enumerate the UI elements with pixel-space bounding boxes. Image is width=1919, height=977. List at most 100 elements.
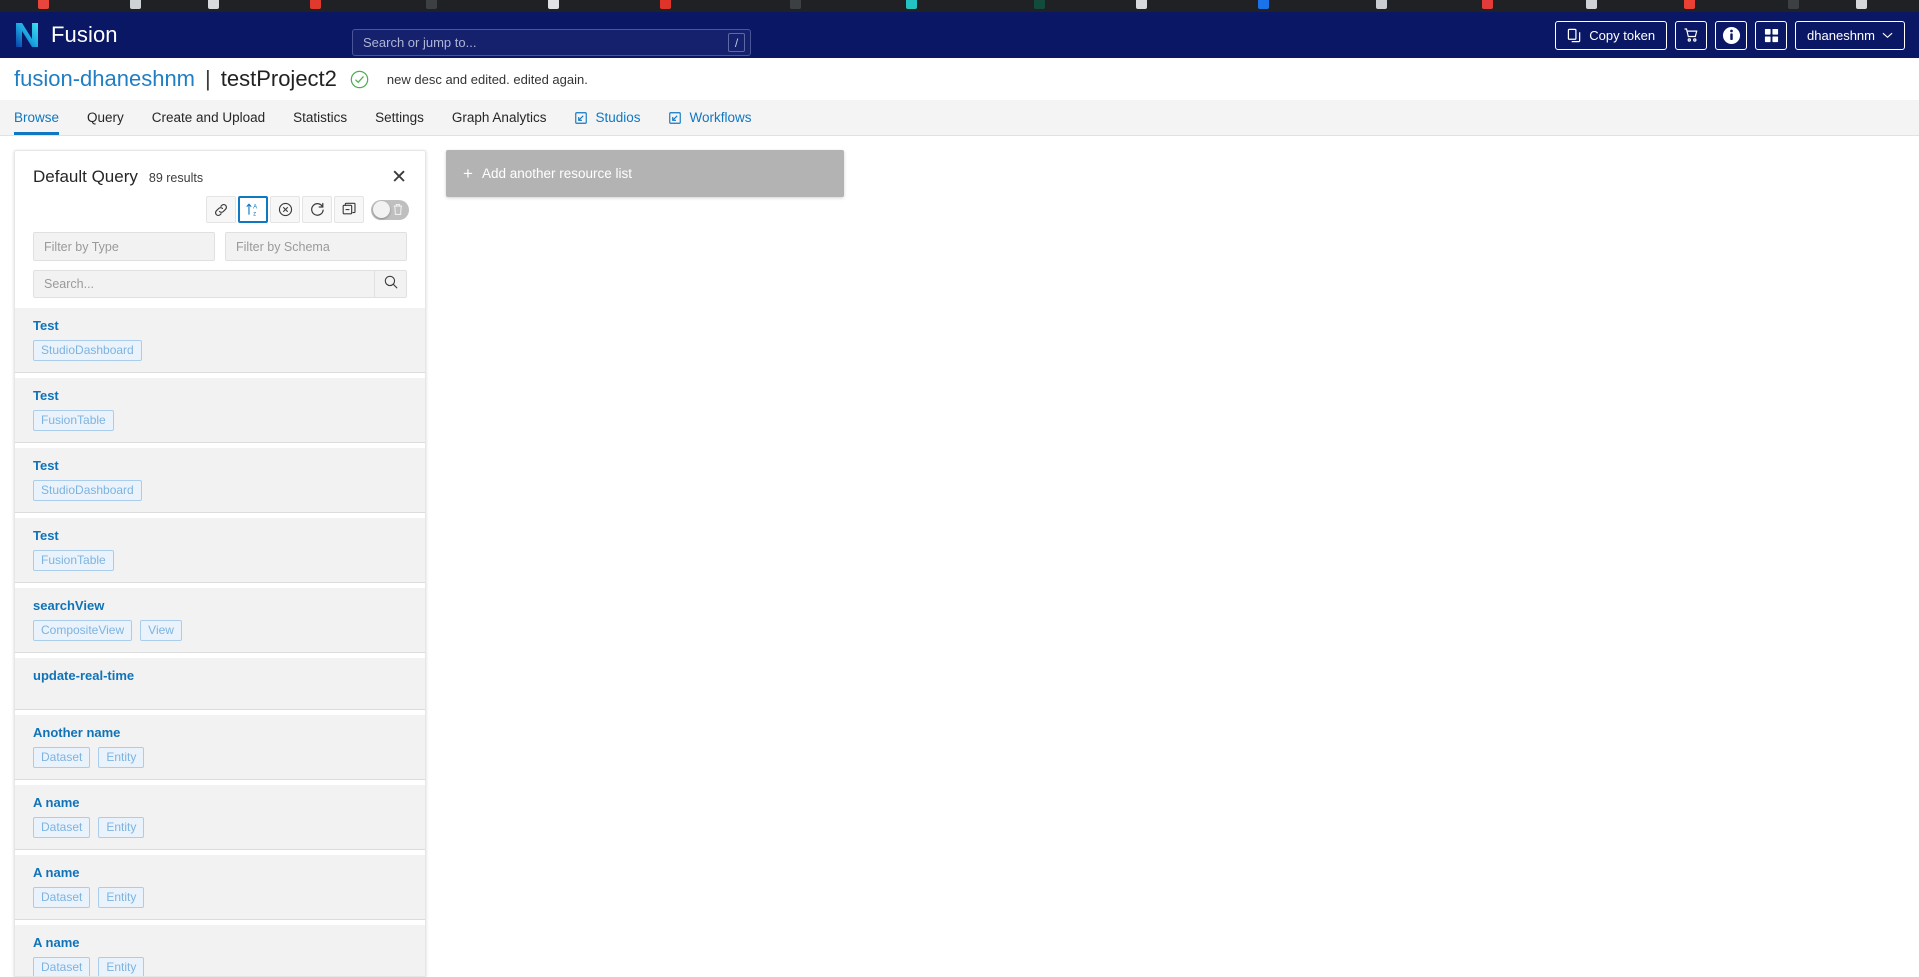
browser-tab-favicon [1684, 0, 1695, 9]
result-chips: FusionTable [33, 410, 407, 432]
project-title-bar: fusion-dhaneshnm | testProject2 new desc… [0, 58, 1919, 100]
result-row[interactable]: Another name Dataset Entity [15, 715, 425, 781]
svg-text:A: A [253, 205, 258, 211]
filter-by-schema-input[interactable]: Filter by Schema [225, 232, 407, 261]
query-results-list[interactable]: Test StudioDashboard Test FusionTable Test St… [15, 308, 425, 976]
result-row[interactable]: Test FusionTable [15, 378, 425, 444]
result-row[interactable]: Test FusionTable [15, 518, 425, 584]
copy-link-button[interactable] [206, 196, 236, 223]
add-another-resource-list-label: Add another resource list [481, 166, 633, 181]
info-circle-icon [1722, 26, 1741, 45]
result-name[interactable]: Another name [33, 725, 407, 740]
user-name-label: dhaneshnm [1807, 27, 1875, 43]
info-button[interactable] [1715, 20, 1748, 50]
result-type-chip: FusionTable [33, 550, 114, 572]
tab-workflows[interactable]: Workflows [654, 100, 765, 135]
result-name[interactable]: Test [33, 388, 407, 403]
browser-tab-favicon [1586, 0, 1597, 9]
result-row[interactable]: Test StudioDashboard [15, 448, 425, 514]
result-row[interactable]: searchView CompositeView View [15, 588, 425, 654]
tab-studios[interactable]: Studios [560, 100, 654, 135]
project-name: testProject2 [220, 66, 337, 91]
query-search-box: Search... [33, 270, 407, 299]
result-type-chip: Entity [98, 957, 145, 976]
add-another-resource-list-button[interactable]: + Add another resource list [446, 150, 844, 197]
result-row[interactable]: A name Dataset Entity [15, 785, 425, 851]
duplicate-button[interactable] [334, 196, 364, 223]
close-icon[interactable]: ✕ [391, 168, 407, 187]
duplicate-icon [341, 201, 358, 218]
project-org-link[interactable]: fusion-dhaneshnm [14, 66, 195, 92]
search-shortcut-key: / [728, 33, 745, 52]
link-icon [213, 202, 229, 218]
refresh-button[interactable] [302, 196, 332, 223]
user-menu-button[interactable]: dhaneshnm [1795, 20, 1905, 50]
clear-button[interactable] [270, 196, 300, 223]
query-panel-header: Default Query 89 results ✕ [15, 151, 425, 187]
result-name[interactable]: A name [33, 935, 407, 950]
result-row[interactable]: update-real-time [15, 658, 425, 711]
open-external-icon [668, 111, 682, 125]
query-panel-title: Default Query [33, 167, 138, 186]
tab-create-and-upload[interactable]: Create and Upload [138, 100, 279, 135]
global-search-input[interactable]: Search or jump to... / [352, 29, 751, 56]
result-type-chip: View [140, 620, 182, 642]
search-submit-button[interactable] [374, 271, 406, 298]
result-type-chip: StudioDashboard [33, 480, 142, 502]
result-name[interactable]: update-real-time [33, 668, 407, 683]
tab-label: Statistics [293, 110, 348, 125]
result-name[interactable]: Test [33, 458, 407, 473]
result-name[interactable]: A name [33, 795, 407, 810]
sort-button[interactable]: A z [238, 196, 268, 223]
tab-graph-analytics[interactable]: Graph Analytics [438, 100, 561, 135]
filter-by-schema-placeholder: Filter by Schema [236, 239, 330, 254]
result-type-chip: Dataset [33, 957, 91, 976]
browser-tab-favicon [1482, 0, 1493, 9]
query-results-count: 89 results [148, 171, 204, 185]
project-separator: | [205, 66, 211, 91]
tab-statistics[interactable]: Statistics [279, 100, 361, 135]
delete-toggle[interactable] [371, 199, 409, 220]
browser-tab-favicon [790, 0, 801, 9]
tab-label: Workflows [689, 110, 752, 125]
project-nav-tabs: Browse Query Create and Upload Statistics Se… [0, 100, 1919, 136]
tab-settings[interactable]: Settings [361, 100, 438, 135]
result-row[interactable]: A name Dataset Entity [15, 855, 425, 921]
check-circle-icon [350, 70, 369, 89]
result-row[interactable]: A name Dataset Entity [15, 925, 425, 976]
result-name[interactable]: Test [33, 318, 407, 333]
copy-token-label: Copy token [1589, 27, 1656, 43]
brand-home-link[interactable]: Fusion [14, 21, 118, 49]
tab-label: Settings [375, 110, 424, 125]
brand-name: Fusion [51, 22, 118, 47]
apps-button[interactable] [1755, 20, 1788, 50]
tab-query[interactable]: Query [73, 100, 138, 135]
result-type-chip: Dataset [33, 887, 91, 909]
toggle-knob [373, 201, 390, 218]
cart-button[interactable] [1675, 20, 1708, 50]
svg-text:z: z [253, 212, 256, 218]
result-chips: Dataset Entity [33, 817, 407, 839]
browser-tab-favicon [1258, 0, 1269, 9]
chevron-down-icon [1882, 31, 1893, 39]
result-chips: FusionTable [33, 550, 407, 572]
search-input[interactable]: Search... [34, 271, 374, 297]
browser-tab-favicon [1136, 0, 1147, 9]
search-icon [383, 274, 399, 295]
copy-token-button[interactable]: Copy token [1555, 20, 1668, 50]
result-type-chip: Dataset [33, 817, 91, 839]
result-name[interactable]: A name [33, 865, 407, 880]
result-chips: Dataset Entity [33, 887, 407, 909]
result-name[interactable]: searchView [33, 598, 407, 613]
result-chips: CompositeView View [33, 620, 407, 642]
browser-tab-favicon [1856, 0, 1867, 9]
browser-tab-favicon [130, 0, 141, 9]
browser-tab-favicon [548, 0, 559, 9]
result-type-chip: Entity [98, 887, 145, 909]
tab-browse[interactable]: Browse [14, 100, 73, 135]
default-query-panel: Default Query 89 results ✕ A z Filter by… [14, 150, 426, 977]
search-placeholder: Search... [44, 277, 95, 292]
result-name[interactable]: Test [33, 528, 407, 543]
result-row[interactable]: Test StudioDashboard [15, 308, 425, 374]
filter-by-type-input[interactable]: Filter by Type [33, 232, 215, 261]
